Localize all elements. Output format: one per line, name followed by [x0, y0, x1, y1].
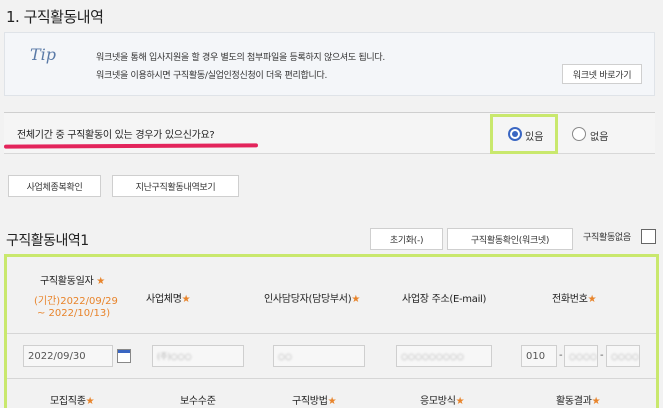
calendar-icon[interactable]	[117, 349, 131, 363]
hr-input[interactable]: ○○	[273, 345, 365, 367]
header-result: 활동결과★	[556, 396, 601, 407]
row-divider	[7, 333, 656, 334]
tip-box	[4, 32, 655, 96]
phone-input-1[interactable]: 010	[521, 345, 557, 367]
reset-button[interactable]: 초기화(-)	[370, 228, 443, 250]
activity-title: 구직활동내역1	[6, 233, 89, 249]
header-job: 모집직종★	[50, 396, 95, 407]
annotation-highlight-yes	[490, 114, 558, 154]
no-activity-label: 구직활동없음	[583, 233, 631, 243]
worknet-check-button[interactable]: 구직활동확인(워크넷)	[447, 228, 573, 250]
section-title: 1. 구직활동내역	[6, 8, 104, 26]
company-input[interactable]: (주)○○○	[152, 345, 244, 367]
phone-input-2[interactable]: ○○○○	[564, 345, 598, 367]
header-address: 사업장 주소(E-mail)	[402, 294, 487, 305]
tip-line-1: 워크넷을 통해 입사지원을 할 경우 별도의 첨부파일을 등록하지 않으셔도 됩…	[96, 53, 385, 63]
header-hr: 인사담당자(담당부서)★	[264, 294, 360, 305]
radio-yes[interactable]	[508, 127, 522, 141]
header-company: 사업체명★	[146, 294, 191, 305]
tip-logo: Tip	[30, 45, 57, 64]
radio-no-label: 없음	[590, 132, 609, 143]
date-input[interactable]: 2022/09/30	[23, 345, 113, 367]
worknet-shortcut-button[interactable]: 워크넷 바로가기	[562, 64, 642, 84]
row-divider-2	[7, 378, 656, 379]
header-period-2: ~ 2022/10/13)	[37, 308, 111, 319]
phone-sep-1: -	[559, 350, 563, 361]
question-text: 전체기간 중 구직활동이 있는 경우가 있으신가요?	[17, 130, 215, 141]
phone-sep-2: -	[600, 350, 604, 361]
radio-yes-label: 있음	[525, 132, 544, 143]
phone-input-3[interactable]: ○○○○	[606, 345, 640, 367]
past-history-button[interactable]: 지난구직활동내역보기	[112, 175, 239, 197]
header-method: 구직방법★	[292, 396, 337, 407]
header-apply: 응모방식★	[420, 396, 465, 407]
header-date: 구직활동일자 ★	[40, 276, 105, 287]
header-period-1: (기간)2022/09/29	[34, 296, 118, 307]
header-pay: 보수수준	[180, 396, 216, 407]
no-activity-checkbox[interactable]	[641, 229, 656, 244]
header-phone: 전화번호★	[552, 294, 597, 305]
workplace-check-button[interactable]: 사업체종복확인	[8, 175, 101, 197]
radio-no[interactable]	[572, 127, 586, 141]
address-input[interactable]: ○○○○○○○○○	[396, 345, 492, 367]
tip-line-2: 워크넷을 이용하시면 구직활동/실업인정신청이 더욱 편리합니다.	[96, 71, 327, 81]
